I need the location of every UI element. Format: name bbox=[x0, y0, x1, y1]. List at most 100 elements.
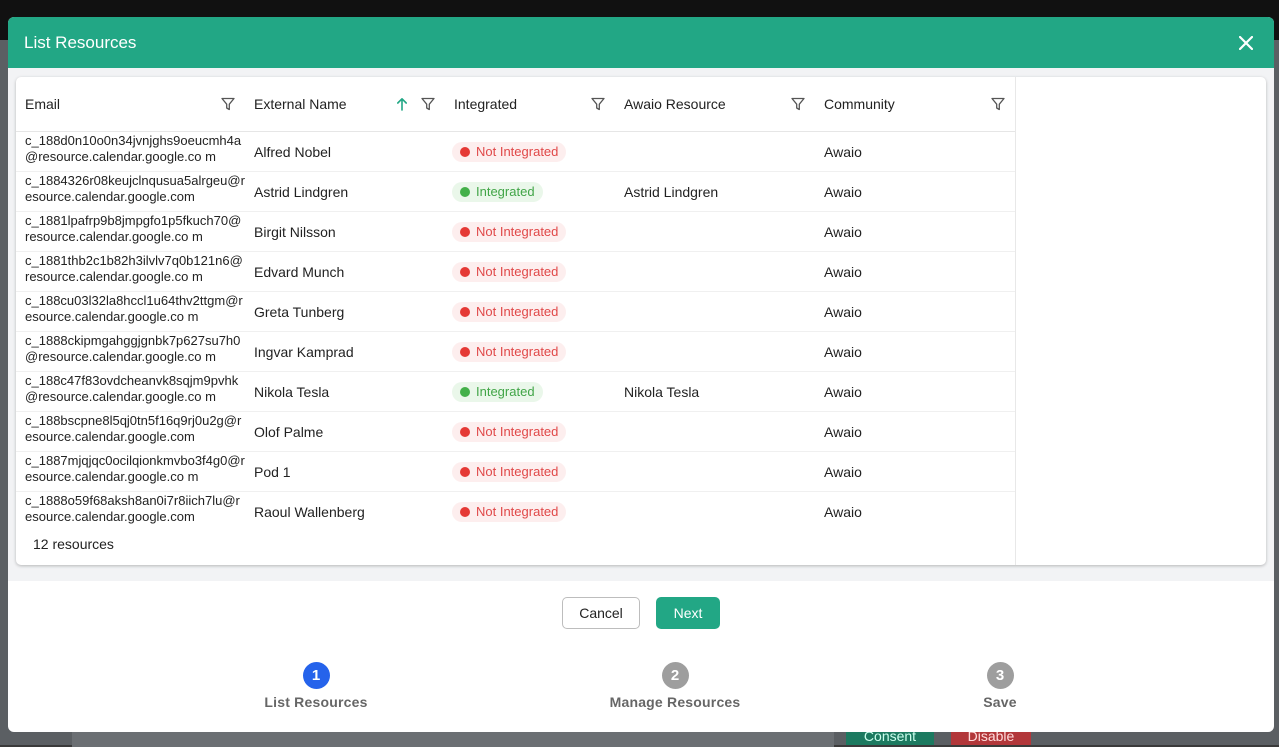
status-badge: Not Integrated bbox=[452, 341, 567, 362]
column-header-email[interactable]: Email bbox=[16, 77, 245, 131]
modal-body: Email External Name Integrated Awaio Res… bbox=[8, 68, 1274, 581]
column-label: Community bbox=[824, 96, 895, 112]
integrated-cell: Not Integrated bbox=[445, 301, 615, 322]
status-label: Not Integrated bbox=[476, 304, 559, 319]
filter-icon[interactable] bbox=[591, 97, 605, 111]
table-row[interactable]: c_188bscpne8l5qj0tn5f16q9rj0u2g@resource… bbox=[16, 412, 1015, 452]
table-row[interactable]: c_1881lpafrp9b8jmpgfo1p5fkuch70@resource… bbox=[16, 212, 1015, 252]
column-header-external-name[interactable]: External Name bbox=[245, 77, 445, 131]
email-cell: c_1887mjqjqc0ocilqionkmvbo3f4g0@resource… bbox=[25, 452, 245, 484]
list-resources-modal: List Resources Email External Name Integ… bbox=[8, 17, 1274, 732]
integrated-cell: Integrated bbox=[445, 181, 615, 202]
integrated-cell: Not Integrated bbox=[445, 421, 615, 442]
status-badge: Integrated bbox=[452, 381, 543, 402]
email-cell: c_1888o59f68aksh8an0i7r8iich7lu@resource… bbox=[25, 492, 240, 524]
close-icon bbox=[1239, 35, 1253, 50]
external-name-cell: Astrid Lindgren bbox=[254, 183, 349, 200]
status-dot-icon bbox=[460, 426, 470, 437]
table-row[interactable]: c_188cu03l32la8hccl1u64thv2ttgm@resource… bbox=[16, 292, 1015, 332]
column-label: Awaio Resource bbox=[624, 96, 726, 112]
step-label: List Resources bbox=[264, 694, 368, 710]
close-button[interactable] bbox=[1234, 31, 1258, 55]
email-cell: c_188c47f83ovdcheanvk8sqjm9pvhk@resource… bbox=[25, 372, 239, 404]
awaio-resource-cell: Nikola Tesla bbox=[624, 383, 700, 400]
status-label: Not Integrated bbox=[476, 224, 559, 239]
community-cell: Awaio bbox=[824, 143, 862, 160]
table-row[interactable]: c_188d0n10o0n34jvnjghs9oeucmh4a@resource… bbox=[16, 132, 1015, 172]
email-cell: c_1881lpafrp9b8jmpgfo1p5fkuch70@resource… bbox=[25, 212, 242, 244]
modal-title: List Resources bbox=[24, 32, 137, 52]
table-rows: c_188d0n10o0n34jvnjghs9oeucmh4a@resource… bbox=[16, 132, 1015, 526]
resource-count: 12 resources bbox=[33, 536, 114, 552]
community-cell: Awaio bbox=[824, 263, 862, 280]
integrated-cell: Not Integrated bbox=[445, 461, 615, 482]
filter-icon[interactable] bbox=[791, 97, 805, 111]
community-cell: Awaio bbox=[824, 423, 862, 440]
integrated-cell: Not Integrated bbox=[445, 221, 615, 242]
integrated-cell: Not Integrated bbox=[445, 341, 615, 362]
sort-ascending-icon[interactable] bbox=[396, 97, 408, 111]
status-dot-icon bbox=[460, 146, 470, 157]
table-row[interactable]: c_1888o59f68aksh8an0i7r8iich7lu@resource… bbox=[16, 492, 1015, 526]
awaio-resource-cell: Astrid Lindgren bbox=[624, 183, 719, 200]
email-cell: c_1884326r08keujclnqusua5alrgeu@resource… bbox=[25, 172, 245, 204]
status-label: Integrated bbox=[476, 384, 535, 399]
filter-icon[interactable] bbox=[221, 97, 235, 111]
status-label: Integrated bbox=[476, 184, 535, 199]
column-header-awaio-resource[interactable]: Awaio Resource bbox=[615, 77, 815, 131]
resources-table: Email External Name Integrated Awaio Res… bbox=[16, 77, 1016, 565]
status-dot-icon bbox=[460, 386, 470, 397]
status-dot-icon bbox=[460, 506, 470, 517]
email-cell: c_188bscpne8l5qj0tn5f16q9rj0u2g@resource… bbox=[25, 412, 242, 444]
community-cell: Awaio bbox=[824, 343, 862, 360]
status-label: Not Integrated bbox=[476, 464, 559, 479]
filter-icon[interactable] bbox=[991, 97, 1005, 111]
status-label: Not Integrated bbox=[476, 264, 559, 279]
column-label: Integrated bbox=[454, 96, 518, 112]
integrated-cell: Integrated bbox=[445, 381, 615, 402]
table-row[interactable]: c_1884326r08keujclnqusua5alrgeu@resource… bbox=[16, 172, 1015, 212]
email-cell: c_188cu03l32la8hccl1u64thv2ttgm@resource… bbox=[25, 292, 243, 324]
email-cell: c_188d0n10o0n34jvnjghs9oeucmh4a@resource… bbox=[25, 132, 242, 164]
external-name-cell: Olof Palme bbox=[254, 423, 324, 440]
status-label: Not Integrated bbox=[476, 344, 559, 359]
integrated-cell: Not Integrated bbox=[445, 501, 615, 522]
step-list-resources[interactable]: 1 List Resources bbox=[216, 662, 416, 710]
status-label: Not Integrated bbox=[476, 424, 559, 439]
table-header: Email External Name Integrated Awaio Res… bbox=[16, 77, 1015, 132]
modal-header: List Resources bbox=[8, 17, 1274, 68]
table-row[interactable]: c_1887mjqjqc0ocilqionkmvbo3f4g0@resource… bbox=[16, 452, 1015, 492]
status-badge: Not Integrated bbox=[452, 301, 567, 322]
step-label: Manage Resources bbox=[609, 694, 741, 710]
status-dot-icon bbox=[460, 226, 470, 237]
status-badge: Not Integrated bbox=[452, 221, 567, 242]
step-label: Save bbox=[983, 694, 1017, 710]
table-row[interactable]: c_188c47f83ovdcheanvk8sqjm9pvhk@resource… bbox=[16, 372, 1015, 412]
integrated-cell: Not Integrated bbox=[445, 261, 615, 282]
status-dot-icon bbox=[460, 186, 470, 197]
next-button[interactable]: Next bbox=[656, 597, 720, 629]
filter-icon[interactable] bbox=[421, 97, 435, 111]
status-label: Not Integrated bbox=[476, 504, 559, 519]
status-label: Not Integrated bbox=[476, 144, 559, 159]
community-cell: Awaio bbox=[824, 383, 862, 400]
column-header-integrated[interactable]: Integrated bbox=[445, 77, 615, 131]
community-cell: Awaio bbox=[824, 503, 862, 520]
external-name-cell: Edvard Munch bbox=[254, 263, 345, 280]
external-name-cell: Pod 1 bbox=[254, 463, 291, 480]
table-row[interactable]: c_1888ckipmgahggjgnbk7p627su7h0@resource… bbox=[16, 332, 1015, 372]
status-dot-icon bbox=[460, 346, 470, 357]
modal-actions: Cancel Next bbox=[8, 597, 1274, 629]
table-row[interactable]: c_1881thb2c1b82h3ilvlv7q0b121n6@resource… bbox=[16, 252, 1015, 292]
cancel-button[interactable]: Cancel bbox=[562, 597, 640, 629]
email-cell: c_1888ckipmgahggjgnbk7p627su7h0@resource… bbox=[25, 332, 241, 364]
column-header-community[interactable]: Community bbox=[815, 77, 1015, 131]
step-manage-resources[interactable]: 2 Manage Resources bbox=[575, 662, 775, 710]
community-cell: Awaio bbox=[824, 183, 862, 200]
step-save[interactable]: 3 Save bbox=[900, 662, 1100, 710]
wizard-stepper: 1 List Resources 2 Manage Resources 3 Sa… bbox=[8, 662, 1274, 722]
status-badge: Not Integrated bbox=[452, 261, 567, 282]
step-number: 3 bbox=[986, 662, 1014, 689]
status-badge: Integrated bbox=[452, 181, 543, 202]
column-label: External Name bbox=[254, 96, 347, 112]
